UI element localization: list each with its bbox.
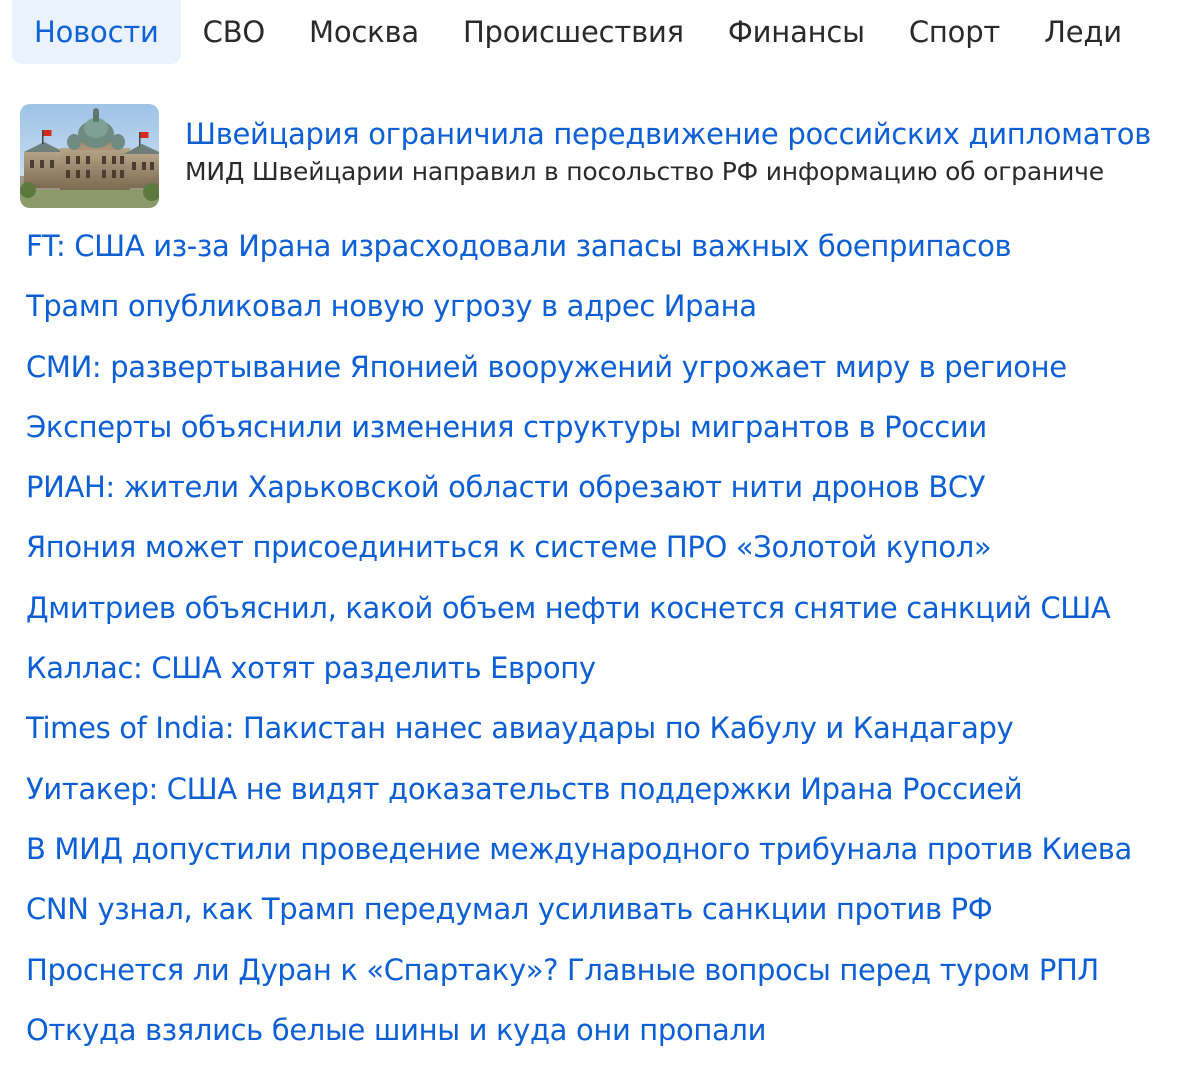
featured-news-item[interactable]: Швейцария ограничила передвижение россий… bbox=[20, 104, 1200, 210]
news-item[interactable]: Проснется ли Дуран к «Спартаку»? Главные… bbox=[26, 940, 1200, 1000]
news-item[interactable]: Япония может присоединиться к системе ПР… bbox=[26, 517, 1200, 577]
tab-proisshestviya[interactable]: Происшествия bbox=[441, 0, 706, 64]
tab-finansy[interactable]: Финансы bbox=[706, 0, 887, 64]
news-item[interactable]: РИАН: жители Харьковской области обрезаю… bbox=[26, 457, 1200, 517]
news-item[interactable]: Уитакер: США не видят доказательств подд… bbox=[26, 759, 1200, 819]
featured-news-title[interactable]: Швейцария ограничила передвижение россий… bbox=[185, 116, 1151, 152]
news-item[interactable]: Откуда взялись белые шины и куда они про… bbox=[26, 1000, 1200, 1060]
news-category-tabs: Новости СВО Москва Происшествия Финансы … bbox=[12, 0, 1200, 66]
tab-ledi[interactable]: Леди bbox=[1022, 0, 1144, 64]
news-item[interactable]: Times of India: Пакистан нанес авиаудары… bbox=[26, 698, 1200, 758]
tab-moskva[interactable]: Москва bbox=[287, 0, 441, 64]
news-item[interactable]: Дмитриев объяснил, какой объем нефти кос… bbox=[26, 578, 1200, 638]
featured-news-thumbnail[interactable] bbox=[20, 104, 159, 208]
news-item[interactable]: В МИД допустили проведение международног… bbox=[26, 819, 1200, 879]
featured-news-text: Швейцария ограничила передвижение россий… bbox=[185, 104, 1151, 210]
tab-svo[interactable]: СВО bbox=[181, 0, 287, 64]
tab-sport[interactable]: Спорт bbox=[887, 0, 1022, 64]
news-item[interactable]: CNN узнал, как Трамп передумал усиливать… bbox=[26, 879, 1200, 939]
news-list: FT: США из-за Ирана израсходовали запасы… bbox=[26, 216, 1200, 1060]
tab-novosti[interactable]: Новости bbox=[12, 0, 181, 64]
news-item[interactable]: СМИ: развертывание Японией вооружений уг… bbox=[26, 337, 1200, 397]
news-item[interactable]: Каллас: США хотят разделить Европу bbox=[26, 638, 1200, 698]
news-item[interactable]: Трамп опубликовал новую угрозу в адрес И… bbox=[26, 276, 1200, 336]
news-item[interactable]: FT: США из-за Ирана израсходовали запасы… bbox=[26, 216, 1200, 276]
featured-news-snippet[interactable]: МИД Швейцарии направил в посольство РФ и… bbox=[185, 156, 1151, 188]
news-item[interactable]: Эксперты объяснили изменения структуры м… bbox=[26, 397, 1200, 457]
